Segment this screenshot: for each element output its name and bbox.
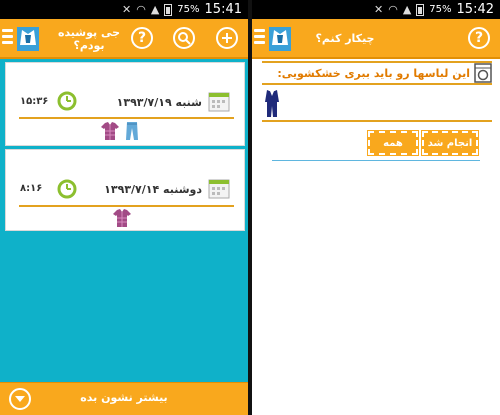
shirt-icon bbox=[113, 209, 131, 227]
app-logo-icon bbox=[269, 27, 291, 51]
menu-icon[interactable] bbox=[2, 29, 13, 47]
calendar-icon bbox=[208, 92, 230, 112]
divider bbox=[19, 205, 234, 207]
divider bbox=[272, 160, 480, 161]
alarm-clock-icon bbox=[57, 91, 77, 111]
entry-time: ۸:۱۶ bbox=[20, 183, 43, 194]
status-bar: ✕ ◠ ▲ 75% 15:42 bbox=[252, 0, 500, 19]
shirt-icon bbox=[101, 122, 119, 140]
divider bbox=[262, 120, 492, 122]
washing-machine-icon bbox=[474, 63, 492, 83]
show-more-label: بیشتر نشون بده bbox=[80, 391, 168, 404]
entry-date: شنبه ۱۳۹۳/۷/۱۹ bbox=[116, 96, 202, 109]
task-instruction: این لباسها رو باید ببری خشکشویی: bbox=[277, 67, 470, 80]
all-label: همه bbox=[383, 137, 403, 149]
search-icon bbox=[178, 32, 191, 45]
right-screen: ✕ ◠ ▲ 75% 15:42 چیکار کنم؟ ? این لباسها … bbox=[252, 0, 500, 415]
calendar-icon bbox=[208, 179, 230, 199]
menu-icon[interactable] bbox=[254, 29, 265, 47]
wifi-icon: ◠ bbox=[136, 3, 146, 16]
divider bbox=[262, 83, 492, 85]
entry-time: ۱۵:۳۶ bbox=[20, 96, 49, 107]
title-line-2: بودم؟ bbox=[73, 39, 105, 52]
history-card[interactable]: ۱۵:۳۶ شنبه ۱۳۹۳/۷/۱۹ bbox=[5, 62, 245, 146]
battery-percent: 75% bbox=[177, 4, 200, 15]
mute-icon: ✕ bbox=[122, 3, 132, 16]
all-button[interactable]: همه bbox=[367, 130, 419, 156]
battery-icon bbox=[164, 3, 173, 16]
done-label: انجام شد bbox=[427, 137, 473, 149]
status-bar: ✕ ◠ ▲ 75% 15:41 bbox=[0, 0, 248, 19]
signal-icon: ▲ bbox=[402, 3, 412, 16]
page-title: چیکار کنم؟ bbox=[315, 32, 375, 45]
search-button[interactable] bbox=[173, 27, 195, 49]
help-button[interactable]: ? bbox=[468, 27, 490, 49]
help-icon: ? bbox=[137, 30, 147, 46]
battery-percent: 75% bbox=[429, 4, 452, 15]
plus-icon bbox=[222, 33, 232, 43]
show-more-button[interactable]: بیشتر نشون بده bbox=[0, 382, 248, 415]
signal-icon: ▲ bbox=[150, 3, 160, 16]
mute-icon: ✕ bbox=[374, 3, 384, 16]
divider bbox=[19, 117, 234, 119]
done-button[interactable]: انجام شد bbox=[421, 130, 479, 156]
help-button[interactable]: ? bbox=[131, 27, 153, 49]
left-screen: ✕ ◠ ▲ 75% 15:41 جی پوشیده بودم؟ ? ۱۵:۳۶ … bbox=[0, 0, 248, 415]
alarm-clock-icon bbox=[57, 179, 77, 199]
divider bbox=[262, 61, 492, 63]
action-bar: جی پوشیده بودم؟ ? bbox=[0, 19, 248, 59]
page-title: جی پوشیده بودم؟ bbox=[50, 26, 128, 52]
clock-time: 15:42 bbox=[456, 2, 494, 17]
title-line-1: جی پوشیده bbox=[57, 26, 121, 39]
history-card[interactable]: ۸:۱۶ دوشنبه ۱۳۹۳/۷/۱۴ bbox=[5, 149, 245, 231]
chevron-down-icon bbox=[9, 388, 31, 410]
entry-date: دوشنبه ۱۳۹۳/۷/۱۴ bbox=[104, 183, 202, 196]
wifi-icon: ◠ bbox=[388, 3, 398, 16]
battery-icon bbox=[416, 3, 425, 16]
help-icon: ? bbox=[474, 30, 484, 46]
app-logo-icon bbox=[17, 27, 39, 51]
action-bar: چیکار کنم؟ ? bbox=[252, 19, 500, 59]
pants-icon bbox=[126, 122, 138, 140]
suit-icon bbox=[265, 90, 279, 117]
clock-time: 15:41 bbox=[204, 2, 242, 17]
add-button[interactable] bbox=[216, 27, 238, 49]
